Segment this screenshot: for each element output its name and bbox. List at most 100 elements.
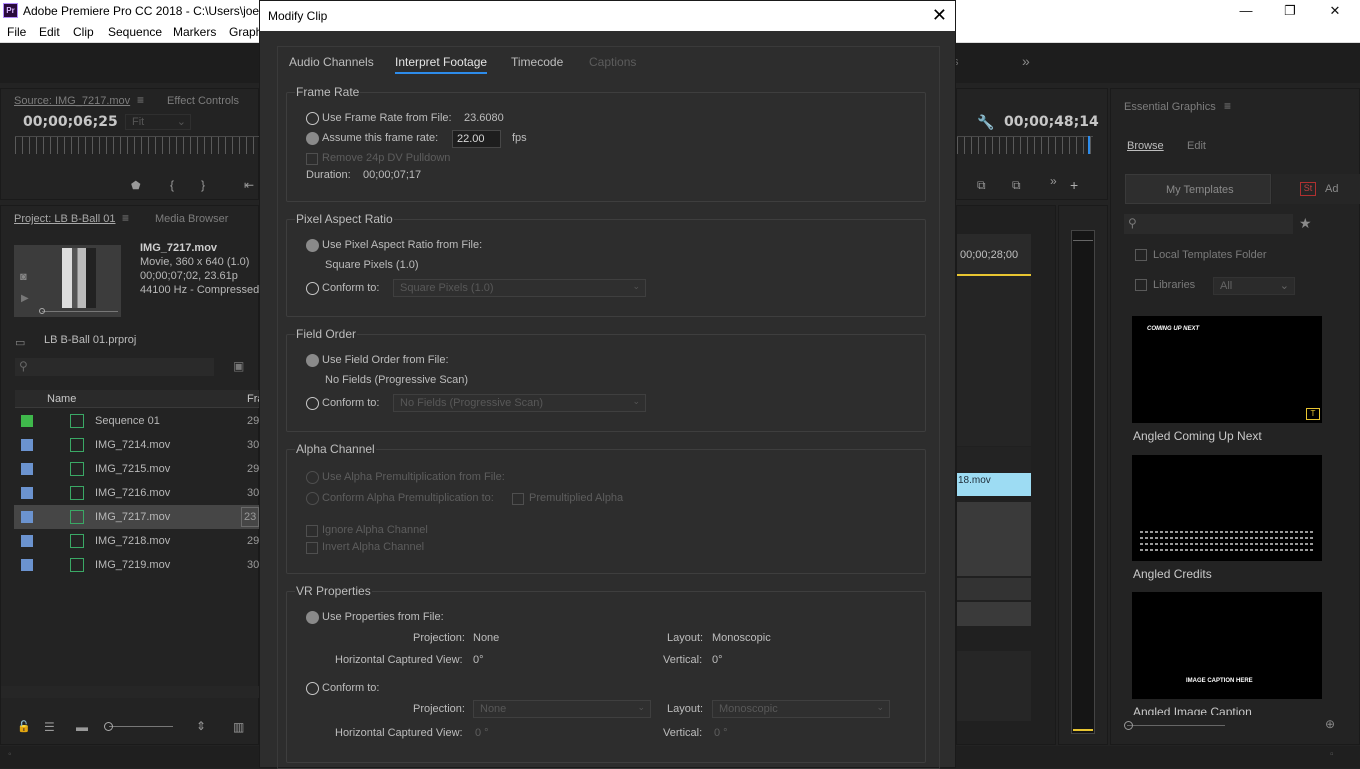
remove-pulldown-label: Remove 24p DV Pulldown <box>322 152 451 164</box>
video-track-area[interactable] <box>957 276 1031 446</box>
new-search-bin-icon[interactable]: ▣ <box>233 359 244 373</box>
lock-icon[interactable]: 🔓 <box>17 720 31 733</box>
tab-audio-channels[interactable]: Audio Channels <box>289 55 374 69</box>
audio-meter <box>1071 230 1095 734</box>
status-icon: ▫ <box>1330 749 1334 760</box>
adobe-stock-tab[interactable]: St Ad <box>1272 174 1360 204</box>
sort-icon[interactable]: ⇕ <box>196 719 206 733</box>
template-thumb-image-caption[interactable]: IMAGE CAPTION HERE <box>1132 592 1322 699</box>
menu-clip[interactable]: Clip <box>73 25 94 39</box>
minimize-icon[interactable]: — <box>1236 2 1256 20</box>
source-timecode[interactable]: 00;00;06;25 <box>23 114 118 130</box>
zoom-slider-handle[interactable] <box>104 722 113 731</box>
thumbnail-scrub-handle[interactable] <box>39 308 45 314</box>
use-file-frame-rate-radio[interactable] <box>306 112 319 125</box>
icon-view-icon[interactable]: ▬ <box>76 720 88 734</box>
conform-vr-radio[interactable] <box>306 682 319 695</box>
horizontal-scrollbar[interactable] <box>1 686 260 698</box>
label-color-chip <box>21 535 33 547</box>
tab-interpret-footage[interactable]: Interpret Footage <box>395 55 488 74</box>
thumbnail-scrub-bar[interactable] <box>42 311 118 312</box>
extract-icon[interactable]: ⧉ <box>1012 178 1021 193</box>
project-search-input[interactable]: ⚲ <box>15 358 214 376</box>
project-menu-icon[interactable]: ≡ <box>122 211 129 225</box>
audio-track-a4[interactable] <box>957 651 1031 721</box>
menu-edit[interactable]: Edit <box>39 25 60 39</box>
use-file-field-order-radio[interactable] <box>306 354 319 367</box>
project-tab[interactable]: Project: LB B-Ball 01 <box>14 213 116 225</box>
frame-rate-input[interactable]: 22.00 <box>452 130 501 148</box>
template-thumb-coming-up-next[interactable]: COMING UP NEXT T <box>1132 316 1322 423</box>
browse-tab[interactable]: Browse <box>1127 140 1164 152</box>
graphics-search-input[interactable]: ⚲ <box>1124 214 1293 234</box>
audio-track-a2[interactable] <box>957 578 1031 600</box>
source-time-ruler[interactable] <box>15 136 260 154</box>
list-item[interactable]: IMG_7219.mov 30 <box>14 553 259 577</box>
mark-in-icon[interactable]: { <box>170 178 174 192</box>
edit-tab[interactable]: Edit <box>1187 140 1206 152</box>
conform-field-order-radio[interactable] <box>306 397 319 410</box>
libraries-dropdown[interactable]: All ⌄ <box>1213 277 1295 295</box>
more-controls-icon[interactable]: » <box>1050 174 1057 188</box>
thumb-caption: IMAGE CAPTION HERE <box>1186 678 1253 684</box>
tab-timecode[interactable]: Timecode <box>511 55 563 69</box>
audio-track-a3[interactable] <box>957 602 1031 626</box>
new-layer-icon[interactable]: ⊕ <box>1325 717 1335 731</box>
chevron-down-icon: ⌄ <box>1279 280 1289 292</box>
item-frame-rate: 30 <box>247 439 260 451</box>
thumbnail-size-handle[interactable] <box>1124 721 1133 730</box>
conform-alpha-premult-radio <box>306 492 319 505</box>
use-file-par-radio[interactable] <box>306 239 319 252</box>
essential-graphics-title: Essential Graphics <box>1124 101 1216 113</box>
list-item-selected[interactable]: IMG_7217.mov 23 <box>14 505 260 529</box>
program-timecode[interactable]: 00;00;48;14 <box>1004 114 1099 130</box>
video-file-icon <box>70 510 84 524</box>
conform-par-radio[interactable] <box>306 282 319 295</box>
menu-graphics[interactable]: Graph <box>229 25 262 39</box>
local-templates-checkbox[interactable] <box>1135 249 1147 261</box>
menu-markers[interactable]: Markers <box>173 25 216 39</box>
effect-controls-tab[interactable]: Effect Controls <box>167 95 239 107</box>
play-icon[interactable]: ▶ <box>21 293 29 304</box>
use-vr-file-radio[interactable] <box>306 611 319 624</box>
label-color-chip <box>21 487 33 499</box>
list-item[interactable]: IMG_7214.mov 30 <box>14 433 259 457</box>
list-item[interactable]: IMG_7218.mov 29 <box>14 529 259 553</box>
wrench-icon[interactable]: 🔧 <box>977 114 994 131</box>
go-to-in-icon[interactable]: ⇤ <box>244 178 254 192</box>
panel-menu-icon[interactable]: ≡ <box>1224 99 1231 113</box>
clip-thumbnail-frame: ◙ ▶ <box>14 245 121 317</box>
favorites-star-icon[interactable]: ★ <box>1299 215 1312 232</box>
list-view-icon[interactable]: ☰ <box>44 720 55 734</box>
template-thumb-credits[interactable] <box>1132 455 1322 561</box>
my-templates-tab[interactable]: My Templates <box>1125 174 1271 204</box>
timeline-clip[interactable]: 18.mov <box>957 473 1031 496</box>
menu-sequence[interactable]: Sequence <box>108 25 162 39</box>
mark-out-icon[interactable]: } <box>201 178 205 192</box>
close-window-icon[interactable]: ✕ <box>1325 2 1345 20</box>
thumbnail-size-slider[interactable] <box>1127 725 1225 726</box>
layout-value: Monoscopic <box>712 632 771 644</box>
source-tab[interactable]: Source: IMG_7217.mov <box>14 95 130 107</box>
close-icon[interactable]: ✕ <box>932 5 947 26</box>
fit-dropdown[interactable]: Fit ⌄ <box>125 114 191 130</box>
audio-track-a1[interactable] <box>957 502 1031 576</box>
add-button-icon[interactable]: + <box>1070 177 1078 193</box>
marker-icon[interactable]: ⬟ <box>131 179 141 192</box>
program-playhead[interactable] <box>1088 136 1090 154</box>
list-item[interactable]: IMG_7215.mov 29 <box>14 457 259 481</box>
menu-file[interactable]: File <box>7 25 26 39</box>
list-item[interactable]: IMG_7216.mov 30 <box>14 481 259 505</box>
workspace-more-icon[interactable]: » <box>1022 53 1030 69</box>
list-item[interactable]: Sequence 01 29 <box>14 409 259 433</box>
assume-frame-rate-radio[interactable] <box>306 132 319 145</box>
source-menu-icon[interactable]: ≡ <box>137 93 144 107</box>
column-name[interactable]: Name <box>47 393 76 405</box>
lift-icon[interactable]: ⧉ <box>977 178 986 193</box>
program-time-ruler[interactable] <box>957 136 1093 154</box>
maximize-icon[interactable]: ❐ <box>1280 2 1300 20</box>
zoom-slider[interactable] <box>109 726 173 727</box>
libraries-checkbox[interactable] <box>1135 279 1147 291</box>
media-browser-tab[interactable]: Media Browser <box>155 213 228 225</box>
automate-icon[interactable]: ▥ <box>233 720 244 734</box>
